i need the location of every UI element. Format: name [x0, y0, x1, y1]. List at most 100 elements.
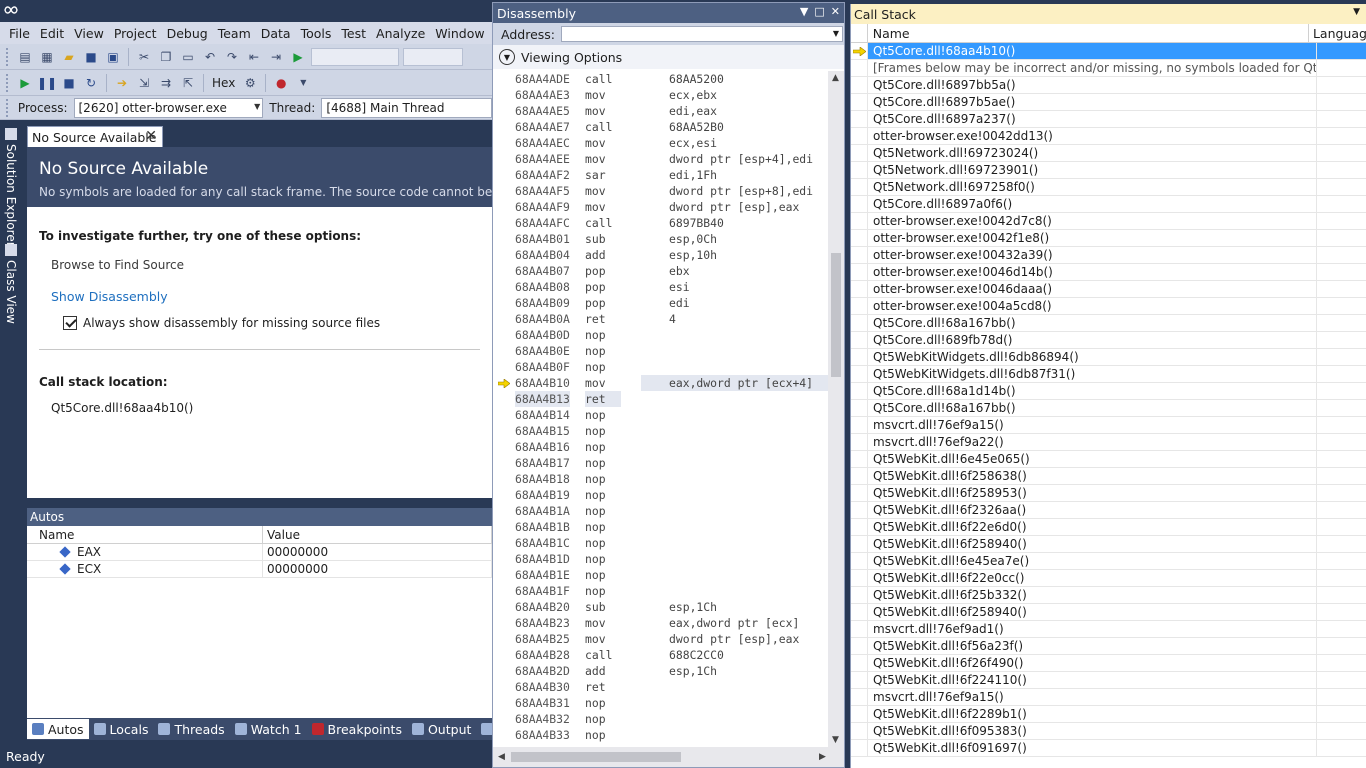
tab-no-source-available[interactable]: No Source Available ✕ — [27, 126, 163, 147]
tab-output[interactable]: Output — [407, 719, 476, 739]
viewing-options-toggle[interactable]: ▼ Viewing Options — [493, 45, 844, 69]
call-stack-frame[interactable]: [Frames below may be incorrect and/or mi… — [851, 60, 1366, 77]
table-row[interactable]: EAX 00000000 — [27, 544, 492, 561]
show-disassembly-link[interactable]: Show Disassembly — [51, 289, 480, 304]
expand-circle-icon[interactable]: ▼ — [499, 49, 515, 65]
disassembly-line[interactable]: 68AA4B30 ret — [493, 679, 828, 695]
tab-watch-1[interactable]: Watch 1 — [230, 719, 307, 739]
tab-autos[interactable]: Autos — [27, 719, 89, 739]
disassembly-line[interactable]: 68AA4AE5 mov edi,eax — [493, 103, 828, 119]
menu-project[interactable]: Project — [109, 26, 162, 41]
disassembly-line[interactable]: 68AA4B08 pop esi — [493, 279, 828, 295]
call-stack-frame[interactable]: Qt5Network.dll!69723901() — [851, 162, 1366, 179]
menu-file[interactable]: File — [4, 26, 35, 41]
tab-threads[interactable]: Threads — [153, 719, 229, 739]
call-stack-frame[interactable]: Qt5WebKit.dll!6f26f490() — [851, 655, 1366, 672]
call-stack-frame[interactable]: Qt5Core.dll!68a167bb() — [851, 315, 1366, 332]
restart-icon[interactable]: ↻ — [82, 74, 100, 92]
thread-combo[interactable]: [4688] Main Thread — [321, 97, 492, 118]
address-input[interactable]: ▼ — [561, 26, 843, 42]
disassembly-line[interactable]: 68AA4B13 ret — [493, 391, 828, 407]
call-stack-frame[interactable]: Qt5Core.dll!6897a0f6() — [851, 196, 1366, 213]
disassembly-line[interactable]: 68AA4B28 call 688C2CC0 — [493, 647, 828, 663]
add-item-icon[interactable]: ▦ — [38, 48, 56, 66]
call-stack-frame[interactable]: Qt5Network.dll!69723024() — [851, 145, 1366, 162]
tab-call-stack[interactable]: C — [476, 719, 492, 739]
disassembly-line[interactable]: 68AA4B15 nop — [493, 423, 828, 439]
disassembly-line[interactable]: 68AA4B1D nop — [493, 551, 828, 567]
call-stack-column-language[interactable]: Languag — [1309, 24, 1366, 42]
call-stack-frame[interactable]: otter-browser.exe!0046daaa() — [851, 281, 1366, 298]
tab-locals[interactable]: Locals — [89, 719, 154, 739]
disassembly-line[interactable]: 68AA4B14 nop — [493, 407, 828, 423]
cut-icon[interactable]: ✂ — [135, 48, 153, 66]
disassembly-line[interactable]: 68AA4AF5 mov dword ptr [esp+8],edi — [493, 183, 828, 199]
dropdown-arrow-icon[interactable]: ▼ — [1353, 7, 1360, 17]
scroll-down-icon[interactable]: ▼ — [832, 735, 839, 745]
dropdown-arrow-icon[interactable]: ▼ — [800, 5, 808, 18]
close-icon[interactable]: ✕ — [831, 5, 840, 18]
close-icon[interactable]: ✕ — [145, 128, 157, 144]
call-stack-frame[interactable]: otter-browser.exe!0042f1e8() — [851, 230, 1366, 247]
call-stack-frame[interactable]: otter-browser.exe!004a5cd8() — [851, 298, 1366, 315]
dropdown-arrow-icon[interactable]: ▼ — [294, 74, 312, 92]
toolbar-grip[interactable] — [6, 73, 10, 92]
break-all-icon[interactable]: ❚❚ — [37, 74, 57, 92]
call-stack-frame[interactable]: Qt5Core.dll!68aa4b10() — [851, 43, 1366, 60]
always-show-disassembly-checkbox[interactable]: Always show disassembly for missing sour… — [63, 316, 480, 330]
call-stack-frame[interactable]: Qt5WebKit.dll!6f258953() — [851, 485, 1366, 502]
threads-icon[interactable]: ⚙ — [241, 74, 259, 92]
disassembly-line[interactable]: 68AA4B31 nop — [493, 695, 828, 711]
call-stack-frame[interactable]: Qt5WebKit.dll!6f091697() — [851, 740, 1366, 757]
disassembly-line[interactable]: 68AA4B10 mov eax,dword ptr [ecx+4] — [493, 375, 828, 391]
call-stack-frame[interactable]: Qt5Core.dll!6897b5ae() — [851, 94, 1366, 111]
solution-configuration-combo[interactable] — [311, 47, 399, 66]
checkbox-checked-icon[interactable] — [63, 316, 77, 330]
call-stack-frame[interactable]: Qt5WebKit.dll!6f22e0cc() — [851, 570, 1366, 587]
disassembly-line[interactable]: 68AA4B19 nop — [493, 487, 828, 503]
open-file-icon[interactable]: ▰ — [60, 48, 78, 66]
maximize-icon[interactable]: □ — [814, 5, 824, 18]
disassembly-line[interactable]: 68AA4ADE call 68AA5200 — [493, 71, 828, 87]
disassembly-line[interactable]: 68AA4B0E nop — [493, 343, 828, 359]
disassembly-line[interactable]: 68AA4B1C nop — [493, 535, 828, 551]
menu-window[interactable]: Window — [430, 26, 489, 41]
call-stack-frame[interactable]: Qt5WebKit.dll!6f224110() — [851, 672, 1366, 689]
call-stack-frame[interactable]: Qt5WebKit.dll!6f22e6d0() — [851, 519, 1366, 536]
scroll-left-icon[interactable]: ◀ — [498, 752, 505, 762]
breakpoints-icon[interactable]: ● — [272, 74, 290, 92]
stop-debugging-icon[interactable]: ■ — [60, 74, 78, 92]
scrollbar-thumb[interactable] — [511, 752, 681, 762]
disassembly-line[interactable]: 68AA4B33 nop — [493, 727, 828, 743]
call-stack-frame[interactable]: otter-browser.exe!00432a39() — [851, 247, 1366, 264]
call-stack-frame[interactable]: Qt5WebKit.dll!6e45e065() — [851, 451, 1366, 468]
hex-display-toggle[interactable]: Hex — [210, 76, 237, 90]
toolbar-grip[interactable] — [6, 47, 10, 66]
call-stack-frame[interactable]: Qt5WebKit.dll!6e45ea7e() — [851, 553, 1366, 570]
step-out-icon[interactable]: ⇱ — [179, 74, 197, 92]
autos-column-name[interactable]: Name — [27, 526, 263, 543]
disassembly-line[interactable]: 68AA4AEC mov ecx,esi — [493, 135, 828, 151]
disassembly-line[interactable]: 68AA4AF9 mov dword ptr [esp],eax — [493, 199, 828, 215]
redo-icon[interactable]: ↷ — [223, 48, 241, 66]
solution-explorer-tab[interactable]: Solution Explorer — [2, 128, 20, 247]
disassembly-line[interactable]: 68AA4B20 sub esp,1Ch — [493, 599, 828, 615]
class-view-tab[interactable]: Class View — [2, 244, 20, 324]
vertical-scrollbar[interactable]: ▲ ▼ — [828, 71, 844, 747]
disassembly-line[interactable]: 68AA4B09 pop edi — [493, 295, 828, 311]
menu-data[interactable]: Data — [256, 26, 296, 41]
disassembly-line[interactable]: 68AA4B18 nop — [493, 471, 828, 487]
menu-view[interactable]: View — [69, 26, 109, 41]
navigate-back-icon[interactable]: ⇤ — [245, 48, 263, 66]
menu-edit[interactable]: Edit — [35, 26, 69, 41]
table-row[interactable]: ECX 00000000 — [27, 561, 492, 578]
call-stack-frame[interactable]: Qt5WebKit.dll!6f258940() — [851, 604, 1366, 621]
disassembly-code[interactable]: 68AA4ADE call 68AA5200 68AA4AE3 mov ecx,ebx 68… — [493, 71, 828, 747]
disassembly-line[interactable]: 68AA4B23 mov eax,dword ptr [ecx] — [493, 615, 828, 631]
call-stack-frame[interactable]: Qt5Core.dll!68a167bb() — [851, 400, 1366, 417]
call-stack-frame[interactable]: otter-browser.exe!0046d14b() — [851, 264, 1366, 281]
disassembly-title-bar[interactable]: Disassembly ▼ □ ✕ — [493, 3, 844, 23]
menu-test[interactable]: Test — [336, 26, 371, 41]
autos-value[interactable]: 00000000 — [263, 544, 492, 560]
step-over-icon[interactable]: ⇉ — [157, 74, 175, 92]
